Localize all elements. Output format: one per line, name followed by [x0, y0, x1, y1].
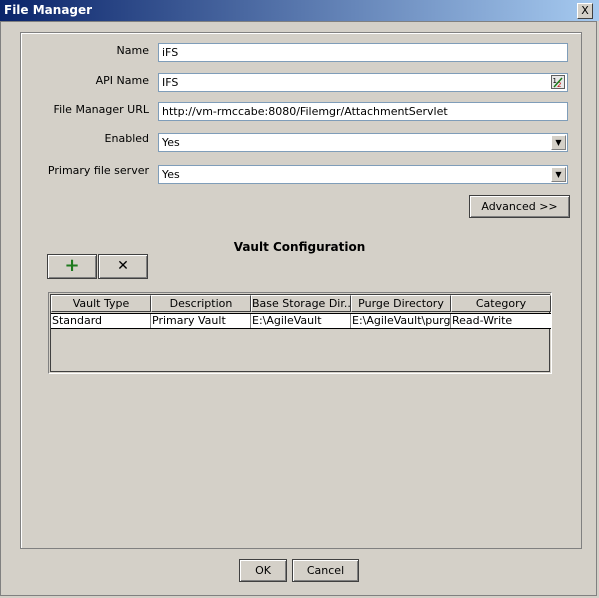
api-name-input[interactable]: IFS 1 2 — [158, 73, 568, 92]
cell-vault-type: Standard — [51, 314, 151, 328]
plus-icon: + — [64, 255, 80, 276]
cell-description: Primary Vault — [151, 314, 251, 328]
window-title: File Manager — [4, 3, 93, 17]
enabled-select[interactable]: Yes ▼ — [158, 133, 568, 152]
primary-value: Yes — [162, 168, 180, 181]
cell-base-storage-dir: E:\AgileVault — [251, 314, 351, 328]
enabled-label: Enabled — [104, 132, 149, 145]
name-value: iFS — [162, 46, 179, 59]
primary-select[interactable]: Yes ▼ — [158, 165, 568, 184]
api-name-label: API Name — [95, 74, 149, 87]
enabled-value: Yes — [162, 136, 180, 149]
cancel-button[interactable]: Cancel — [292, 559, 359, 582]
table-row[interactable]: Standard Primary Vault E:\AgileVault E:\… — [51, 313, 551, 329]
remove-vault-button[interactable]: ✕ — [98, 254, 148, 279]
chevron-down-icon[interactable]: ▼ — [551, 135, 566, 150]
translate-icon[interactable]: 1 2 — [551, 75, 565, 89]
api-name-value: IFS — [162, 76, 179, 89]
chevron-down-icon[interactable]: ▼ — [551, 167, 566, 182]
close-icon: ✕ — [117, 258, 129, 274]
primary-label: Primary file server — [47, 164, 149, 177]
cell-category: Read-Write — [452, 314, 513, 327]
cell-purge-directory: E:\AgileVault\purge — [352, 314, 451, 328]
url-input[interactable]: http://vm-rmccabe:8080/Filemgr/Attachmen… — [158, 102, 568, 121]
add-vault-button[interactable]: + — [47, 254, 97, 279]
column-header-purge-directory[interactable]: Purge Directory — [351, 295, 451, 312]
name-input[interactable]: iFS — [158, 43, 568, 62]
url-value: http://vm-rmccabe:8080/Filemgr/Attachmen… — [162, 105, 448, 118]
vault-table: Vault Type Description Base Storage Dir.… — [48, 292, 552, 374]
column-header-category[interactable]: Category — [451, 295, 551, 312]
vault-config-title: Vault Configuration — [233, 240, 366, 254]
close-icon[interactable]: X — [577, 3, 593, 19]
column-header-base-storage-dir[interactable]: Base Storage Dir... — [251, 295, 351, 312]
url-label: File Manager URL — [53, 103, 149, 116]
column-header-vault-type[interactable]: Vault Type — [51, 295, 151, 312]
advanced-button[interactable]: Advanced >> — [469, 195, 570, 218]
column-header-description[interactable]: Description — [151, 295, 251, 312]
title-bar: File Manager X — [0, 0, 599, 21]
ok-button[interactable]: OK — [239, 559, 287, 582]
name-label: Name — [116, 44, 149, 57]
